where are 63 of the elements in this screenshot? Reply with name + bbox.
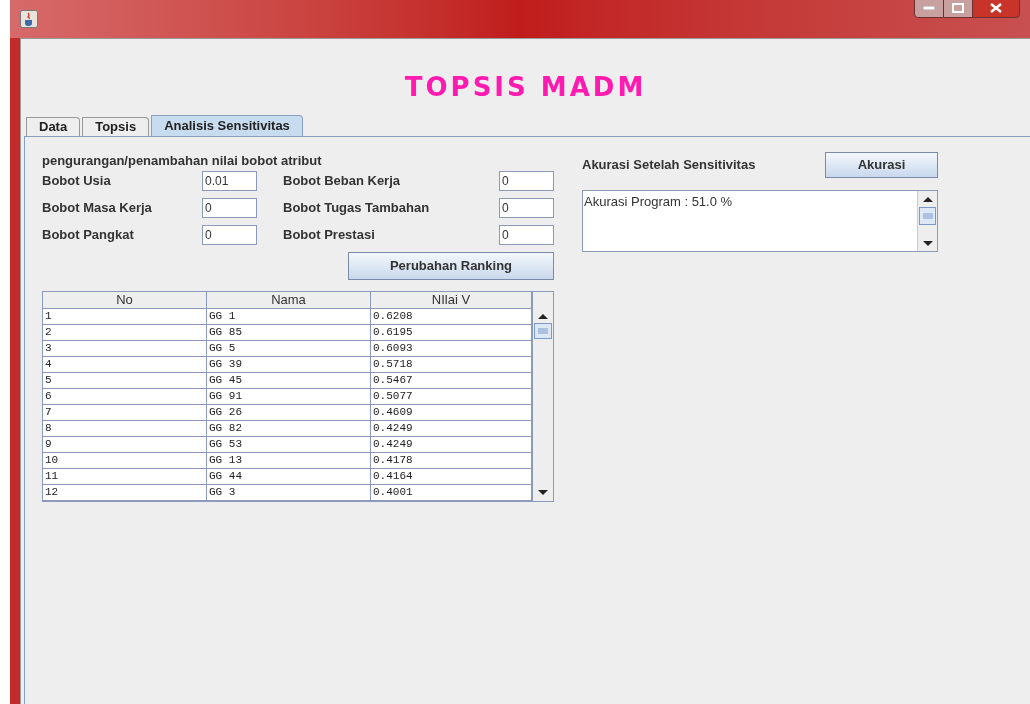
table-cell: GG 3: [207, 485, 371, 500]
output-text: Akurasi Program : 51.0 %: [583, 193, 734, 211]
tab[interactable]: Topsis: [82, 117, 150, 136]
field-label: Bobot Masa Kerja: [42, 199, 153, 218]
table-cell: GG 91: [207, 389, 371, 404]
table-cell: 8: [43, 421, 207, 436]
input-field[interactable]: 0: [499, 225, 554, 245]
table-cell: GG 5: [207, 341, 371, 356]
column-header[interactable]: Nama: [207, 292, 371, 308]
column-header[interactable]: No: [43, 292, 207, 308]
field-label: Bobot Beban Kerja: [283, 172, 401, 191]
tab[interactable]: Data: [26, 117, 81, 136]
grip-icon: [922, 213, 933, 219]
field-label: Bobot Prestasi: [283, 226, 376, 245]
input-field[interactable]: 0.01: [202, 171, 257, 191]
input-field[interactable]: 0: [202, 198, 257, 218]
table-cell: 10: [43, 453, 207, 468]
accuracy-label: Akurasi Setelah Sensitivitas: [582, 156, 757, 175]
section-heading: pengurangan/penambahan nilai bobot atribut: [42, 152, 323, 170]
field-label: Bobot Pangkat: [42, 226, 135, 245]
scroll-down-icon[interactable]: [537, 489, 549, 497]
table-cell: 12: [43, 485, 207, 500]
table-cell: GG 13: [207, 453, 371, 468]
table-cell: 2: [43, 325, 207, 340]
scroll-down-icon[interactable]: [921, 240, 934, 248]
table-cell: 5: [43, 373, 207, 388]
input-field[interactable]: 0: [202, 225, 257, 245]
table-cell: GG 1: [207, 309, 371, 324]
input-field[interactable]: 0: [499, 198, 554, 218]
close-icon: [990, 3, 1002, 13]
java-cup-icon: [20, 10, 38, 28]
table-cell: 11: [43, 469, 207, 484]
scroll-up-icon[interactable]: [537, 312, 549, 320]
table-cell: GG 82: [207, 421, 371, 436]
ranking-button[interactable]: Perubahan Ranking: [348, 252, 554, 280]
accuracy-button[interactable]: Akurasi: [825, 152, 938, 178]
scroll-thumb[interactable]: [534, 323, 552, 339]
scroll-up-icon[interactable]: [921, 195, 934, 203]
tab[interactable]: Analisis Sensitivitas: [151, 115, 303, 136]
close-button[interactable]: [972, 0, 1020, 18]
minimize-button[interactable]: [914, 0, 944, 18]
table-cell: 7: [43, 405, 207, 420]
table-cell: 3: [43, 341, 207, 356]
input-field[interactable]: 0: [499, 171, 554, 191]
minimize-icon: [923, 6, 935, 10]
maximize-icon: [952, 3, 964, 13]
field-label: Bobot Tugas Tambahan: [283, 199, 431, 218]
table-cell: 4: [43, 357, 207, 372]
table-cell: 9: [43, 437, 207, 452]
table-cell: GG 53: [207, 437, 371, 452]
field-label: Bobot Usia: [42, 172, 112, 191]
scroll-thumb[interactable]: [919, 207, 936, 225]
maximize-button[interactable]: [944, 0, 972, 18]
table-cell: GG 39: [207, 357, 371, 372]
table-cell: GG 45: [207, 373, 371, 388]
table-cell: GG 26: [207, 405, 371, 420]
table-cell: GG 85: [207, 325, 371, 340]
table-cell: 6: [43, 389, 207, 404]
grip-icon: [538, 328, 548, 334]
output-area[interactable]: Akurasi Program : 51.0 %: [582, 190, 938, 252]
table-cell: 1: [43, 309, 207, 324]
app-title: TOPSIS MADM: [404, 70, 647, 104]
table-cell: GG 44: [207, 469, 371, 484]
